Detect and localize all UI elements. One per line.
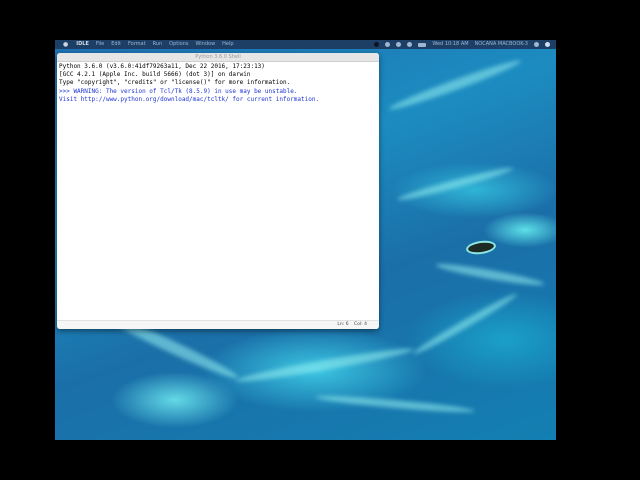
menu-clock[interactable]: Wed 10:18 AM <box>432 40 468 49</box>
shell-line: [GCC 4.2.1 (Apple Inc. build 5666) (dot … <box>59 71 251 79</box>
menu-window[interactable]: Window <box>195 40 215 49</box>
wallpaper-streak <box>314 393 476 415</box>
menu-format[interactable]: Format <box>128 40 146 49</box>
status-icon[interactable] <box>374 42 380 47</box>
wallpaper-island <box>467 241 495 254</box>
menu-options[interactable]: Options <box>169 40 188 49</box>
menu-bar: ● IDLE File Edit Format Run Options Wind… <box>55 40 556 49</box>
wallpaper-streak <box>235 344 415 386</box>
menu-file[interactable]: File <box>96 40 104 49</box>
wallpaper-streak <box>411 290 519 358</box>
wallpaper-streak <box>387 56 523 114</box>
battery-icon[interactable] <box>418 42 427 47</box>
shell-warning-line: >>> WARNING: The version of Tcl/Tk (8.5.… <box>59 87 298 95</box>
apple-icon[interactable]: ● <box>63 40 68 49</box>
menu-help[interactable]: Help <box>222 40 233 49</box>
status-line: Ln: 6 <box>337 322 349 327</box>
window-title: Python 3.6.0 Shell <box>195 54 241 60</box>
wallpaper-streak <box>396 164 514 204</box>
search-icon[interactable] <box>534 42 539 47</box>
menu-user[interactable]: NOCANA MACBOOK-3 <box>475 40 528 49</box>
window-titlebar[interactable]: Python 3.6.0 Shell <box>57 53 379 62</box>
status-col: Col: 4 <box>354 322 367 327</box>
notification-center-icon[interactable] <box>545 42 550 47</box>
wallpaper-streak <box>435 260 545 289</box>
shell-text-area[interactable]: Python 3.6.0 (v3.6.0:41df79263a11, Dec 2… <box>59 63 377 320</box>
menu-edit[interactable]: Edit <box>111 40 121 49</box>
shell-line: Python 3.6.0 (v3.6.0:41df79263a11, Dec 2… <box>59 63 265 70</box>
shell-line: Type "copyright", "credits" or "license(… <box>59 79 291 87</box>
menu-extras: Wed 10:18 AM NOCANA MACBOOK-3 <box>368 40 550 49</box>
menu-app-name[interactable]: IDLE <box>76 40 89 49</box>
idle-shell-window[interactable]: Python 3.6.0 Shell Python 3.6.0 (v3.6.0:… <box>57 53 379 329</box>
bluetooth-icon[interactable] <box>385 42 391 47</box>
shell-warning-line: Visit http://www.python.org/download/mac… <box>59 95 320 103</box>
wifi-icon[interactable] <box>396 42 402 47</box>
menu-run[interactable]: Run <box>153 40 163 49</box>
volume-icon[interactable] <box>407 42 413 47</box>
status-bar: Ln: 6 Col: 4 <box>57 320 379 329</box>
